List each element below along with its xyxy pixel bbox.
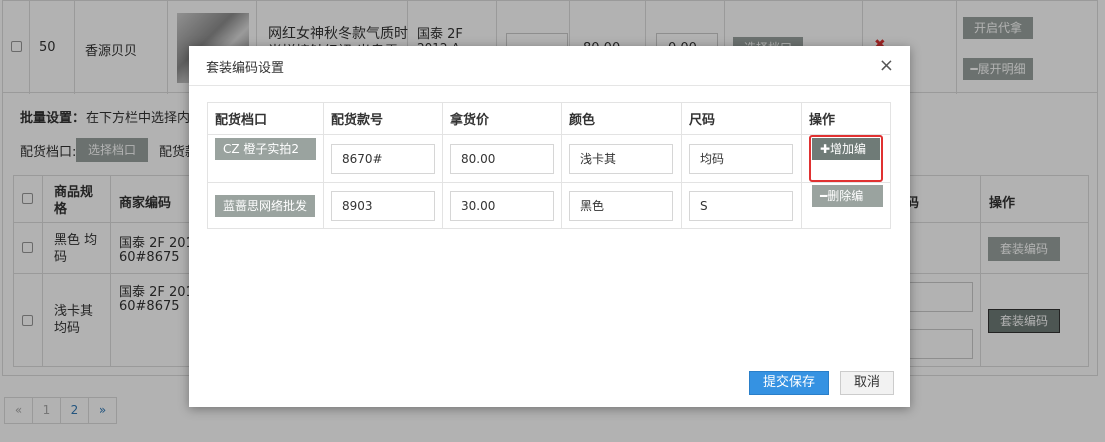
col-color: 颜色 [561,102,682,135]
stall-tag[interactable]: CZ 橙子实拍2店 [215,138,316,178]
sku-input[interactable] [331,190,435,221]
price-input[interactable] [450,190,554,221]
price-input[interactable] [450,143,554,174]
suite-code-modal: 套装编码设置 × 配货档口 配货款号 拿货价 颜色 尺码 操作 CZ 橙子实拍2… [189,46,910,407]
page: 50 香源贝贝 网红女神秋冬款气质时 尚拼接针织裙·光泉震 国泰 2F 2012… [0,0,1105,442]
highlight-box: ✚增加编码 [809,135,883,182]
stall-tag[interactable]: 蓝蔷思网络批发 [215,194,316,217]
modal-header: 套装编码设置 × [189,46,910,86]
delete-code-button[interactable]: ━删除编码 [812,185,883,225]
col-price: 拿货价 [442,102,562,135]
table-header-row: 配货档口 配货款号 拿货价 颜色 尺码 操作 [207,102,891,135]
col-action: 操作 [801,102,891,135]
suite-code-table: 配货档口 配货款号 拿货价 颜色 尺码 操作 CZ 橙子实拍2店 ✚增加编码 [207,102,891,229]
table-row: CZ 橙子实拍2店 ✚增加编码 [207,134,891,183]
col-stall: 配货档口 [207,102,324,135]
add-code-button[interactable]: ✚增加编码 [812,138,880,178]
col-sku: 配货款号 [323,102,443,135]
sku-input[interactable] [331,143,435,174]
color-input[interactable] [569,190,673,221]
size-input[interactable] [689,190,793,221]
table-row: 蓝蔷思网络批发 ━删除编码 [207,182,891,229]
submit-save-button[interactable]: 提交保存 [749,371,829,395]
col-size: 尺码 [681,102,802,135]
close-icon[interactable]: × [879,55,894,76]
size-input[interactable] [689,143,793,174]
cancel-button[interactable]: 取消 [840,371,894,395]
color-input[interactable] [569,143,673,174]
modal-title: 套装编码设置 [206,61,285,76]
